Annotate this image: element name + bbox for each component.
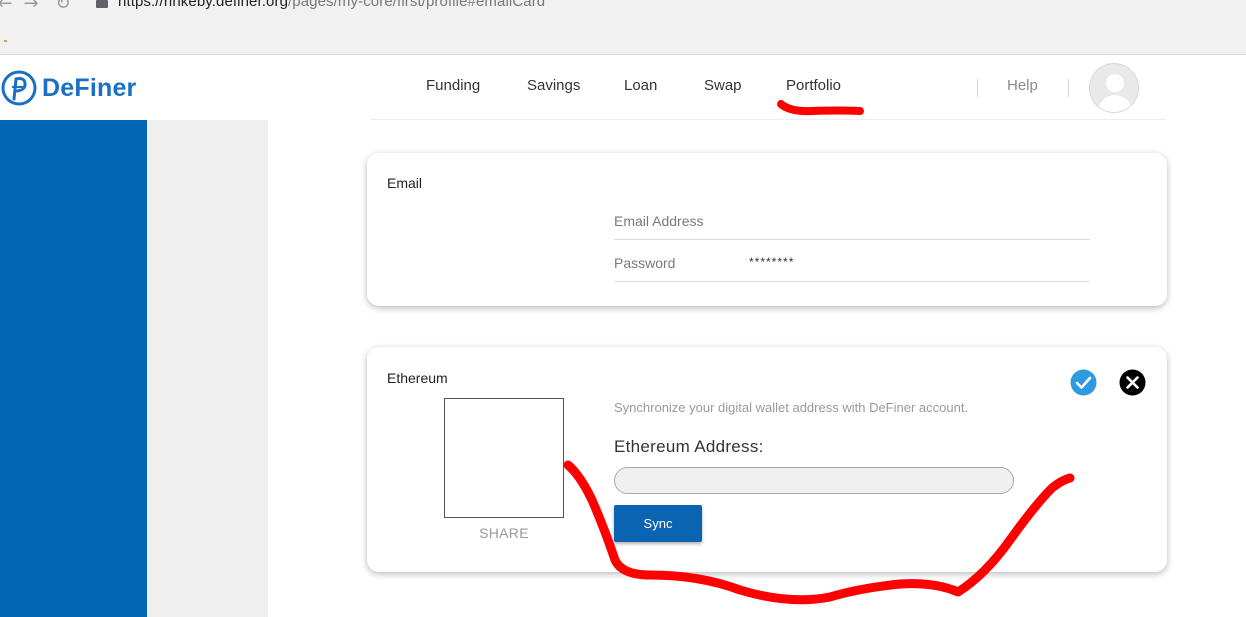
header-divider <box>370 119 1166 120</box>
password-field[interactable]: Password ******** <box>614 240 1090 282</box>
arrow-right-icon[interactable]: → <box>20 0 42 14</box>
ethereum-card-title: Ethereum <box>387 370 448 386</box>
nav-savings[interactable]: Savings <box>527 77 580 94</box>
definer-logo-icon <box>1 70 37 106</box>
email-field[interactable]: Email Address <box>614 198 1090 240</box>
nav-divider <box>1068 79 1069 97</box>
arrow-left-icon[interactable]: ← <box>0 0 16 14</box>
email-card: Email Email Address Password ******** <box>367 153 1167 306</box>
email-field-label: Email Address <box>614 213 704 229</box>
email-card-title: Email <box>387 175 423 191</box>
app-header: DeFiner Funding Savings Loan Swap Portfo… <box>0 55 1246 120</box>
share-button[interactable]: SHARE <box>444 525 564 541</box>
help-link[interactable]: Help <box>1007 77 1038 94</box>
lock-icon[interactable] <box>96 0 108 8</box>
reload-icon[interactable]: ↻ <box>52 0 74 14</box>
password-field-value: ******** <box>749 255 795 269</box>
url-path: /pages/my-core/first/profile#emailCard <box>288 0 546 10</box>
sync-button[interactable]: Sync <box>614 505 702 542</box>
nav-swap[interactable]: Swap <box>704 77 742 94</box>
browser-toolbar: ← → ↻ https://rinkeby.definer.org/pages/… <box>0 0 1246 55</box>
logo-text: DeFiner <box>42 73 137 102</box>
qr-code-box <box>444 398 564 518</box>
close-circle-icon[interactable] <box>1119 369 1146 396</box>
sidebar-secondary <box>147 120 268 617</box>
nav-divider <box>977 79 978 97</box>
ethereum-address-label: Ethereum Address: <box>614 437 764 456</box>
url-host: https://rinkeby.definer.org <box>118 0 289 10</box>
definer-logo[interactable]: DeFiner <box>0 68 136 108</box>
sidebar-primary <box>0 120 147 617</box>
ethereum-address-input[interactable] <box>614 467 1014 494</box>
check-circle-icon[interactable] <box>1070 369 1097 396</box>
nav-loan[interactable]: Loan <box>624 77 657 94</box>
sync-description: Synchronize your digital wallet address … <box>614 400 969 415</box>
avatar-silhouette <box>1098 74 1132 112</box>
password-field-label: Password <box>614 255 676 271</box>
page-load-indicator <box>4 40 7 42</box>
ethereum-card: Ethereum SHARE Synchronize your digital … <box>367 347 1167 572</box>
nav-funding[interactable]: Funding <box>426 77 480 94</box>
nav-portfolio[interactable]: Portfolio <box>786 77 841 94</box>
address-bar[interactable]: https://rinkeby.definer.org/pages/my-cor… <box>118 0 545 10</box>
user-avatar-icon[interactable] <box>1089 63 1139 113</box>
